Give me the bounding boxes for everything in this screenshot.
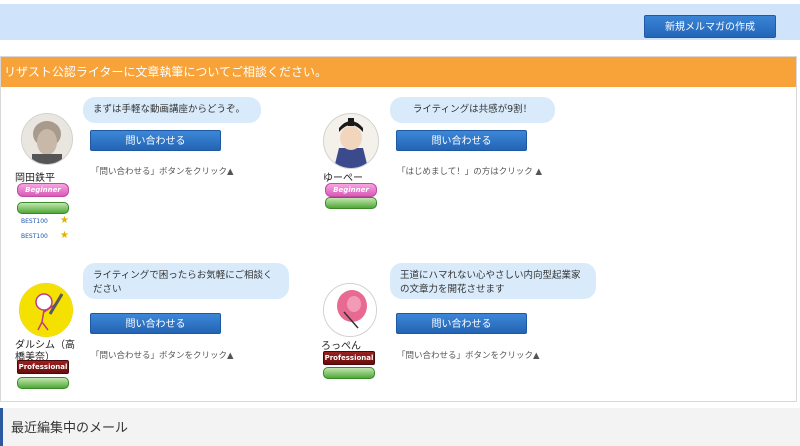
writer-message-bubble: 王道にハマれない心やさしい内向型起業家の文章力を開花させます: [390, 263, 596, 299]
contact-note: 「問い合わせる」ボタンをクリック▲: [91, 167, 234, 177]
writer-message-bubble: まずは手軽な動画講座からどうぞ。: [83, 97, 261, 123]
new-mailmag-button[interactable]: 新規メルマガの作成: [644, 15, 776, 38]
rank-badge: Professional: [17, 360, 69, 374]
writer-message-bubble: ライティングは共感が9割！: [390, 97, 555, 123]
avatar-dhalsim-icon: [20, 284, 72, 336]
recent-mails-title: 最近編集中のメール: [11, 421, 129, 436]
contact-button[interactable]: 問い合わせる: [90, 130, 221, 151]
contact-button[interactable]: 問い合わせる: [90, 313, 221, 334]
avatar-portrait-icon: [22, 114, 72, 164]
contact-button[interactable]: 問い合わせる: [396, 313, 527, 334]
writer-avatar: [19, 283, 73, 337]
avatar-samurai-icon: [324, 114, 378, 168]
contact-button[interactable]: 問い合わせる: [396, 130, 527, 151]
recent-mails-section: 最近編集中のメール: [0, 408, 800, 446]
certified-badge-icon: [17, 202, 69, 214]
writer-card-yupe: ゆーぺー Beginner ライティングは共感が9割！ 問い合わせる 「はじめま…: [307, 57, 607, 209]
writer-card-dhalsim: ダルシム（高橋美奈） Professional ライティングで困ったらお気軽にご…: [1, 227, 301, 389]
certified-badge-icon: [325, 197, 377, 209]
writer-avatar: [323, 283, 377, 337]
certified-badge-icon: [323, 367, 375, 379]
best100-label: BEST100: [21, 218, 48, 225]
avatar-roppen-icon: [324, 284, 376, 336]
star-icon: ★: [60, 215, 69, 226]
certified-badge-icon: [17, 377, 69, 389]
writer-avatar: [323, 113, 379, 169]
rank-badge: Professional: [323, 351, 375, 365]
rank-badge: Beginner: [17, 183, 69, 197]
contact-note: 「はじめまして！」の方はクリック ▲: [397, 167, 542, 177]
top-toolbar: 新規メルマガの作成: [0, 4, 800, 40]
writer-message-bubble: ライティングで困ったらお気軽にご相談ください: [83, 263, 289, 299]
writer-avatar: [21, 113, 73, 165]
writer-card-roppen: ろっぺん Professional 王道にハマれない心やさしい内向型起業家の文章…: [307, 227, 607, 379]
rank-badge: Beginner: [325, 183, 377, 197]
contact-note: 「問い合わせる」ボタンをクリック▲: [91, 351, 234, 361]
writer-consult-panel: リザスト公認ライターに文章執筆についてご相談ください。 岡田鉄平 Beginne…: [0, 56, 797, 402]
writer-card-okada: 岡田鉄平 Beginner BEST100 ★ BEST100 ★ まずは手軽な動画…: [1, 57, 301, 241]
contact-note: 「問い合わせる」ボタンをクリック▲: [397, 351, 540, 361]
